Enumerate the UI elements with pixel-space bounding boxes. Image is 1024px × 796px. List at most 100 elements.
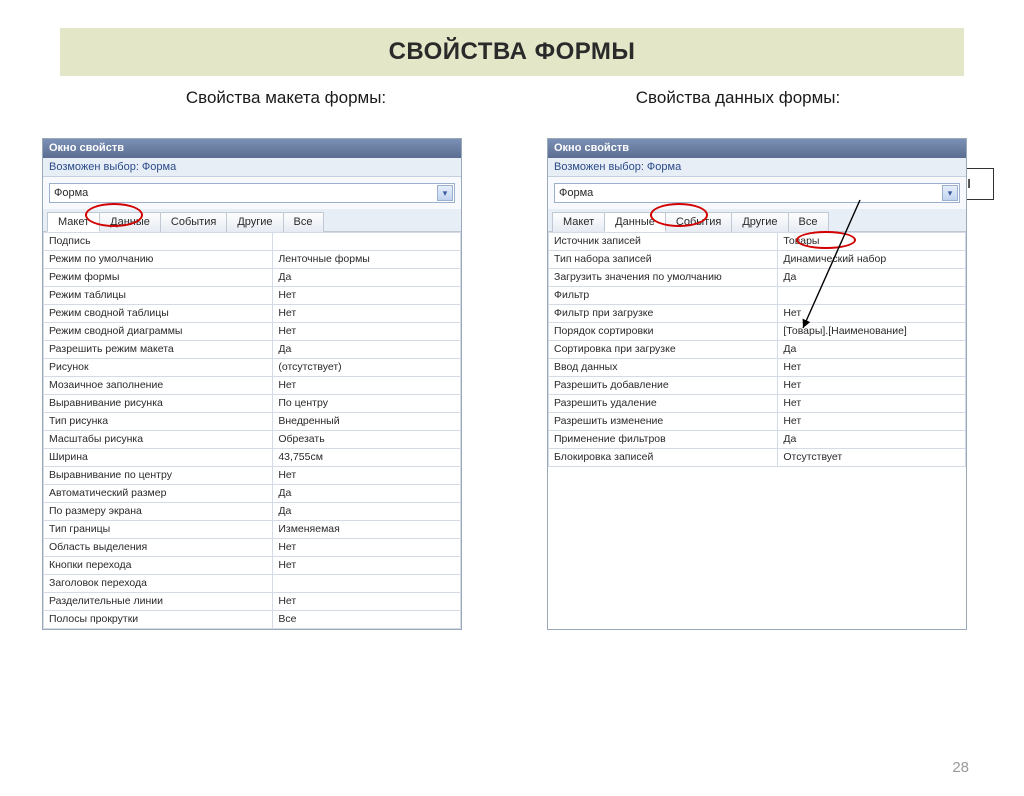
property-value[interactable]: Обрезать bbox=[273, 431, 461, 449]
property-row[interactable]: Масштабы рисункаОбрезать bbox=[44, 431, 461, 449]
property-value[interactable]: Да bbox=[273, 269, 461, 287]
property-name: Рисунок bbox=[44, 359, 273, 377]
object-select-dropdown[interactable]: Форма ▾ bbox=[554, 183, 960, 203]
property-row[interactable]: Режим формыДа bbox=[44, 269, 461, 287]
property-row[interactable]: Область выделенияНет bbox=[44, 539, 461, 557]
property-row[interactable]: Кнопки переходаНет bbox=[44, 557, 461, 575]
property-name: Тип границы bbox=[44, 521, 273, 539]
property-name: Полосы прокрутки bbox=[44, 611, 273, 629]
property-value[interactable]: Ленточные формы bbox=[273, 251, 461, 269]
property-value[interactable]: Да bbox=[778, 431, 966, 449]
tab-другие[interactable]: Другие bbox=[226, 212, 283, 232]
property-value[interactable]: Нет bbox=[778, 359, 966, 377]
property-value[interactable]: Динамический набор bbox=[778, 251, 966, 269]
property-row[interactable]: Подпись bbox=[44, 233, 461, 251]
property-row[interactable]: Режим таблицыНет bbox=[44, 287, 461, 305]
property-row[interactable]: По размеру экранаДа bbox=[44, 503, 461, 521]
property-row[interactable]: Порядок сортировки[Товары].[Наименование… bbox=[549, 323, 966, 341]
property-value[interactable]: Нет bbox=[778, 413, 966, 431]
property-value[interactable]: Да bbox=[273, 341, 461, 359]
property-value[interactable]: Нет bbox=[778, 395, 966, 413]
property-value[interactable]: Да bbox=[778, 341, 966, 359]
slide-title: СВОЙСТВА ФОРМЫ bbox=[389, 38, 636, 65]
property-value[interactable]: Товары bbox=[778, 233, 966, 251]
tab-события[interactable]: События bbox=[160, 212, 227, 232]
property-name: Режим таблицы bbox=[44, 287, 273, 305]
tab-все[interactable]: Все bbox=[283, 212, 324, 232]
property-value[interactable] bbox=[778, 287, 966, 305]
property-row[interactable]: Фильтр при загрузкеНет bbox=[549, 305, 966, 323]
property-value[interactable]: Да bbox=[273, 485, 461, 503]
property-row[interactable]: Разделительные линииНет bbox=[44, 593, 461, 611]
property-value[interactable]: Нет bbox=[273, 377, 461, 395]
property-row[interactable]: Применение фильтровДа bbox=[549, 431, 966, 449]
property-row[interactable]: Разрешить изменениеНет bbox=[549, 413, 966, 431]
property-row[interactable]: Ввод данныхНет bbox=[549, 359, 966, 377]
object-select-dropdown[interactable]: Форма ▾ bbox=[49, 183, 455, 203]
property-value[interactable]: Нет bbox=[273, 323, 461, 341]
tab-макет[interactable]: Макет bbox=[552, 212, 605, 232]
panel-subheader: Возможен выбор: Форма bbox=[548, 158, 966, 177]
property-value[interactable]: (отсутствует) bbox=[273, 359, 461, 377]
property-value[interactable]: Нет bbox=[273, 557, 461, 575]
property-value[interactable]: Нет bbox=[778, 377, 966, 395]
property-row[interactable]: Режим по умолчаниюЛенточные формы bbox=[44, 251, 461, 269]
property-row[interactable]: Источник записейТовары bbox=[549, 233, 966, 251]
property-value[interactable]: 43,755см bbox=[273, 449, 461, 467]
property-value[interactable]: По центру bbox=[273, 395, 461, 413]
property-row[interactable]: Тип границыИзменяемая bbox=[44, 521, 461, 539]
tab-макет[interactable]: Макет bbox=[47, 212, 100, 232]
property-row[interactable]: Выравнивание по центруНет bbox=[44, 467, 461, 485]
property-row[interactable]: Фильтр bbox=[549, 287, 966, 305]
property-name: Разрешить изменение bbox=[549, 413, 778, 431]
property-row[interactable]: Сортировка при загрузкеДа bbox=[549, 341, 966, 359]
property-value[interactable]: Нет bbox=[273, 305, 461, 323]
property-row[interactable]: Рисунок(отсутствует) bbox=[44, 359, 461, 377]
tab-все[interactable]: Все bbox=[788, 212, 829, 232]
property-row[interactable]: Разрешить удалениеНет bbox=[549, 395, 966, 413]
property-row[interactable]: Блокировка записейОтсутствует bbox=[549, 449, 966, 467]
property-row[interactable]: Выравнивание рисункаПо центру bbox=[44, 395, 461, 413]
property-value[interactable]: Нет bbox=[273, 593, 461, 611]
tab-события[interactable]: События bbox=[665, 212, 732, 232]
property-row[interactable]: Режим сводной диаграммыНет bbox=[44, 323, 461, 341]
property-value[interactable]: Все bbox=[273, 611, 461, 629]
property-row[interactable]: Автоматический размерДа bbox=[44, 485, 461, 503]
property-value[interactable]: [Товары].[Наименование] bbox=[778, 323, 966, 341]
property-row[interactable]: Разрешить добавлениеНет bbox=[549, 377, 966, 395]
property-value[interactable]: Нет bbox=[273, 467, 461, 485]
property-name: Мозаичное заполнение bbox=[44, 377, 273, 395]
property-row[interactable]: Заголовок перехода bbox=[44, 575, 461, 593]
property-row[interactable]: Тип набора записейДинамический набор bbox=[549, 251, 966, 269]
property-value[interactable]: Да bbox=[273, 503, 461, 521]
property-value[interactable]: Нет bbox=[273, 539, 461, 557]
tab-данные[interactable]: Данные bbox=[604, 212, 666, 232]
property-value[interactable]: Отсутствует bbox=[778, 449, 966, 467]
tab-данные[interactable]: Данные bbox=[99, 212, 161, 232]
object-select-value: Форма bbox=[559, 187, 593, 199]
panels-row: Окно свойств Возможен выбор: Форма Форма… bbox=[0, 138, 1024, 630]
tab-другие[interactable]: Другие bbox=[731, 212, 788, 232]
property-value[interactable] bbox=[273, 233, 461, 251]
property-row[interactable]: Ширина43,755см bbox=[44, 449, 461, 467]
property-table-layout: ПодписьРежим по умолчаниюЛенточные формы… bbox=[43, 232, 461, 629]
property-value[interactable] bbox=[273, 575, 461, 593]
property-row[interactable]: Загрузить значения по умолчаниюДа bbox=[549, 269, 966, 287]
property-name: Порядок сортировки bbox=[549, 323, 778, 341]
property-name: Применение фильтров bbox=[549, 431, 778, 449]
property-value[interactable]: Изменяемая bbox=[273, 521, 461, 539]
property-value[interactable]: Внедренный bbox=[273, 413, 461, 431]
panel-subheader: Возможен выбор: Форма bbox=[43, 158, 461, 177]
property-name: Кнопки перехода bbox=[44, 557, 273, 575]
property-value[interactable]: Да bbox=[778, 269, 966, 287]
property-row[interactable]: Полосы прокруткиВсе bbox=[44, 611, 461, 629]
property-name: Выравнивание по центру bbox=[44, 467, 273, 485]
slide-title-bar: СВОЙСТВА ФОРМЫ bbox=[60, 28, 964, 76]
property-row[interactable]: Разрешить режим макетаДа bbox=[44, 341, 461, 359]
property-row[interactable]: Мозаичное заполнениеНет bbox=[44, 377, 461, 395]
property-value[interactable]: Нет bbox=[778, 305, 966, 323]
panel-select-row: Форма ▾ bbox=[548, 177, 966, 209]
property-value[interactable]: Нет bbox=[273, 287, 461, 305]
property-row[interactable]: Тип рисункаВнедренный bbox=[44, 413, 461, 431]
property-row[interactable]: Режим сводной таблицыНет bbox=[44, 305, 461, 323]
